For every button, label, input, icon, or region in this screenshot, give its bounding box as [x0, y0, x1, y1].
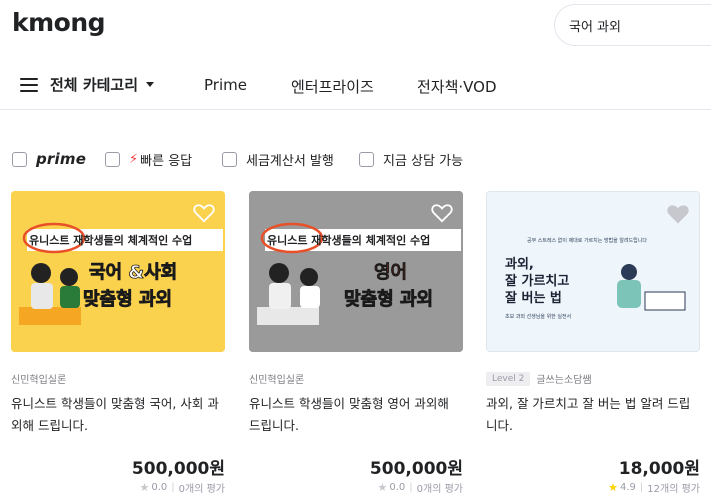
- heart-icon[interactable]: [667, 204, 689, 224]
- gig-thumbnail: 유니스트 재학생들의 체계적인 수업 국어 &사회 맞춤형 과외: [11, 191, 225, 352]
- rating-value: 0.0: [389, 482, 406, 493]
- headline-2: 맞춤형 과외: [344, 289, 433, 310]
- heart-icon[interactable]: [193, 203, 215, 223]
- nav-link-ebook-vod[interactable]: 전자책·VOD: [417, 76, 497, 97]
- kmong-logo[interactable]: kmong: [12, 8, 106, 37]
- caret-down-icon: [146, 82, 155, 87]
- banner-text: 유니스트 재학생들의 체계적인 수업: [29, 233, 192, 247]
- banner-text: 유니스트 재학생들의 체계적인 수업: [267, 233, 430, 247]
- gig-title[interactable]: 유니스트 학생들이 맞춤형 국어, 사회 과외해 드립니다.: [11, 393, 225, 437]
- star-icon: ★: [139, 481, 150, 494]
- gig-thumbnail: 유니스트 재학생들의 체계적인 수업 영어 맞춤형 과외: [249, 191, 463, 352]
- filter-bar: prime ⚡ 빠른 응답 세금계산서 발행 지금 상담 가능: [0, 150, 711, 174]
- review-count: 0개의 평가: [178, 484, 225, 495]
- gig-title[interactable]: 과외, 잘 가르치고 잘 버는 법 알려 드립니다.: [486, 393, 700, 437]
- seller-info[interactable]: Level 2 글쓰는소담쌤: [486, 371, 592, 386]
- checkbox[interactable]: [12, 151, 27, 167]
- sub-text: 초보 과외 선생님을 위한 실전서: [505, 313, 571, 320]
- gig-price: 18,000원: [618, 459, 700, 479]
- gig-card[interactable]: 유니스트 재학생들의 체계적인 수업 영어 맞춤형 과외 신민혁입실론 유니스트…: [249, 191, 463, 503]
- category-menu-button[interactable]: 전체 카테고리: [20, 74, 155, 95]
- gig-title[interactable]: 유니스트 학생들이 맞춤형 영어 과외해 드립니다.: [249, 393, 463, 437]
- top-text: 공부 스트레스 없이 제대로 가르치는 방법을 알려드립니다: [527, 237, 647, 244]
- filter-tax-invoice[interactable]: 세금계산서 발행: [222, 150, 334, 169]
- search-box[interactable]: [554, 4, 711, 46]
- heart-icon[interactable]: [431, 203, 453, 223]
- gig-card[interactable]: 유니스트 재학생들의 체계적인 수업 국어 &사회 맞춤형 과외 신민혁입실론 …: [11, 191, 225, 503]
- review-count: 12개의 평가: [647, 484, 700, 495]
- gig-price: 500,000원: [369, 459, 463, 479]
- headline-3: 잘 버는 법: [505, 290, 562, 306]
- divider: |: [171, 482, 175, 493]
- nav-link-enterprise[interactable]: 엔터프라이즈: [291, 76, 374, 97]
- star-icon: ★: [608, 481, 618, 494]
- search-input[interactable]: [569, 17, 711, 33]
- seller-name[interactable]: 신민혁입실론: [249, 371, 304, 386]
- fast-response-label: 빠른 응답: [140, 154, 193, 169]
- rating-value: 4.9: [620, 482, 636, 493]
- gig-thumbnail: 공부 스트레스 없이 제대로 가르치는 방법을 알려드립니다 과외, 잘 가르치…: [486, 191, 700, 352]
- main-nav: 전체 카테고리 Prime 엔터프라이즈 전자책·VOD: [0, 66, 711, 106]
- seller-name[interactable]: 신민혁입실론: [11, 371, 66, 386]
- gig-card[interactable]: 공부 스트레스 없이 제대로 가르치는 방법을 알려드립니다 과외, 잘 가르치…: [486, 191, 700, 503]
- nav-link-prime[interactable]: Prime: [204, 76, 247, 94]
- rating-value: 0.0: [151, 482, 168, 493]
- gig-price: 500,000원: [131, 459, 225, 479]
- divider: |: [409, 482, 413, 493]
- lightning-icon: ⚡: [129, 152, 139, 167]
- headline-2: 잘 가르치고: [505, 273, 569, 289]
- filter-prime[interactable]: prime: [12, 150, 86, 168]
- review-count: 0개의 평가: [416, 484, 463, 495]
- gig-rating: ★ 0.0 | 0개의 평가: [140, 480, 226, 495]
- prime-label: prime: [36, 150, 87, 168]
- hamburger-icon: [20, 77, 38, 92]
- headline-2: 맞춤형 과외: [83, 289, 172, 310]
- filter-fast-response[interactable]: ⚡ 빠른 응답: [105, 150, 192, 169]
- headline-1: 과외,: [505, 256, 534, 272]
- star-icon: ★: [377, 481, 388, 494]
- consult-now-label: 지금 상담 가능: [383, 154, 464, 169]
- filter-consult-now[interactable]: 지금 상담 가능: [359, 150, 463, 169]
- gig-rating: ★ 4.9 | 12개의 평가: [608, 480, 700, 495]
- tax-invoice-label: 세금계산서 발행: [246, 154, 334, 169]
- checkbox[interactable]: [105, 152, 120, 167]
- divider: |: [639, 482, 644, 493]
- gig-rating: ★ 0.0 | 0개의 평가: [378, 480, 464, 495]
- seller-name[interactable]: 글쓰는소담쌤: [536, 371, 591, 386]
- headline-1: 영어: [374, 262, 407, 283]
- site-header: kmong 전체 카테고리 Prime 엔터프라이즈 전자책·VOD: [0, 0, 711, 110]
- headline-1: 국어 &사회: [89, 262, 177, 283]
- checkbox[interactable]: [359, 152, 374, 167]
- level-badge: Level 2: [486, 371, 531, 386]
- checkbox[interactable]: [222, 152, 237, 167]
- category-label: 전체 카테고리: [50, 76, 139, 94]
